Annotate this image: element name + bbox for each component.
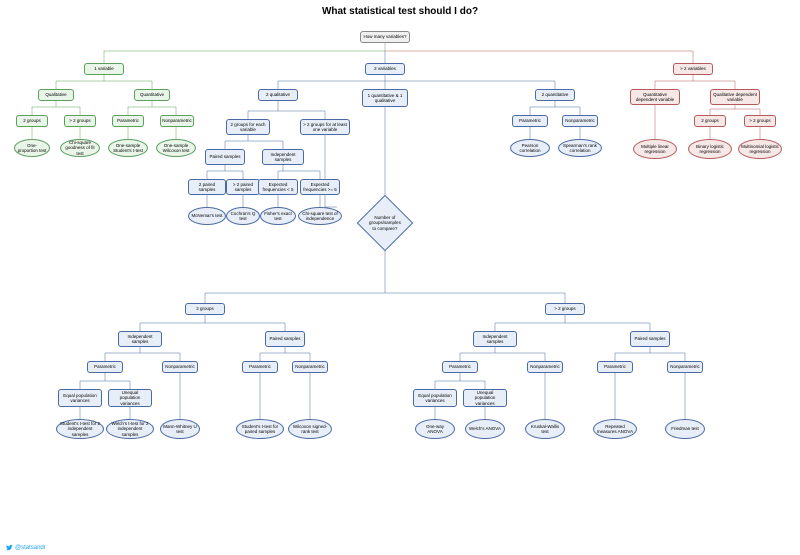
- test-kruskal: Kruskal-Wallis test: [525, 419, 565, 439]
- node-2ps: 2 paired samples: [188, 179, 226, 195]
- node-ggt2i-param: Parametric: [442, 361, 478, 373]
- node-2qual: 2 qualitative: [258, 89, 298, 101]
- node-g2-indep: Independent samples: [118, 331, 162, 347]
- node-ggt2i-eqvar: Equal population variances: [413, 389, 457, 407]
- node-2q-nonparam: Nonparametric: [562, 115, 598, 127]
- node-2groups: 2 groups: [185, 303, 225, 315]
- footer-handle: @statsandr: [15, 545, 46, 551]
- test-mcnemar: McNemar's test: [188, 207, 226, 225]
- test-cochran: Cochran's Q test: [226, 207, 260, 225]
- test-student2: Student's t-test for 2 independent sampl…: [56, 419, 104, 439]
- node-gt2g-atleast: > 2 groups for at least one variable: [300, 119, 350, 135]
- node-ggt2p-param: Parametric: [597, 361, 633, 373]
- node-g2p-nonparam: Nonparametric: [292, 361, 328, 373]
- node-root: How many variables?: [360, 31, 410, 43]
- node-gt2var: > 2 variables: [673, 63, 713, 75]
- test-pearson: Pearson correlation: [510, 139, 550, 157]
- node-ggt2i-nonparam: Nonparametric: [527, 361, 563, 373]
- node-ggt2i-uneqvar: Unequal population variances: [463, 389, 507, 407]
- node-paired: Paired samples: [205, 149, 245, 165]
- node-ggt2-paired: Paired samples: [630, 331, 670, 347]
- test-onesample-wil: One-sample Wilcoxon test: [156, 139, 196, 157]
- node-1var-2g: 2 groups: [16, 115, 48, 127]
- test-binlog: Binary logistic regression: [688, 139, 732, 159]
- page-title: What statistical test should I do?: [0, 0, 800, 23]
- node-gt2-qual: Qualitative dependent variable: [710, 89, 760, 105]
- flowchart-canvas: How many variables? 1 variable Qualitati…: [0, 23, 800, 543]
- node-g2-paired: Paired samples: [265, 331, 305, 347]
- node-g2p-param: Parametric: [242, 361, 278, 373]
- node-ef-ge5: Expected frequencies >= 5: [300, 179, 340, 195]
- node-1var-quant: Quantitative: [134, 89, 170, 101]
- node-ggt2p-nonparam: Nonparametric: [667, 361, 703, 373]
- node-1var-qual: Qualitative: [38, 89, 74, 101]
- test-chisq-gof: Chi-square goodness of fit test: [60, 139, 100, 157]
- node-2var: 2 variables: [365, 63, 405, 75]
- test-oneprop: One-proportion test: [14, 139, 50, 157]
- node-1var: 1 variable: [84, 63, 124, 75]
- node-g2i-uneqvar: Unequal population variances: [108, 389, 152, 407]
- node-1var-nonparam: Nonparametric: [160, 115, 194, 127]
- node-1q1q: 1 quantitative & 1 qualitative: [362, 89, 408, 107]
- node-gt2groups: > 2 groups: [545, 303, 585, 315]
- node-1var-gt2g: > 2 groups: [64, 115, 96, 127]
- test-onesample-t: One-sample Student's t-test: [108, 139, 148, 157]
- node-ef-lt5: Expected frequencies < 5: [258, 179, 298, 195]
- node-gt2-gt2g: > 2 groups: [744, 115, 776, 127]
- test-fisher: Fisher's exact test: [260, 207, 296, 225]
- node-2g-each: 2 groups for each variable: [226, 119, 270, 135]
- node-numgroups: Number of groups/samples to compare?: [357, 195, 414, 252]
- node-g2i-param: Parametric: [87, 361, 123, 373]
- node-gt2-2g: 2 groups: [694, 115, 726, 127]
- test-mannwhit: Mann-Whitney U test: [160, 419, 200, 439]
- node-g2i-nonparam: Nonparametric: [162, 361, 198, 373]
- test-welch2: Welch's t-test for 2 independent samples: [106, 419, 154, 439]
- test-friedman: Friedman test: [665, 419, 705, 439]
- twitter-icon: [6, 544, 13, 551]
- footer-attribution: @statsandr: [6, 544, 46, 551]
- node-2quant: 2 quantitative: [535, 89, 575, 101]
- test-mlr: Multiple linear regression: [633, 139, 677, 159]
- test-wilcoxon-sr: Wilcoxon signed-rank test: [288, 419, 332, 439]
- node-ggt2-indep: Independent samples: [473, 331, 517, 347]
- node-gt2ps: > 2 paired samples: [226, 179, 260, 195]
- test-rmanova: Repeated measures ANOVA: [593, 419, 637, 439]
- node-g2i-eqvar: Equal population variances: [58, 389, 102, 407]
- node-numgroups-label: Number of groups/samples to compare?: [368, 215, 402, 231]
- test-welch-anova: Welch's ANOVA: [465, 419, 505, 439]
- test-anova1: One-way ANOVA: [415, 419, 455, 439]
- node-indep: Independent samples: [262, 149, 304, 165]
- node-gt2-quant: Quantitative dependent variable: [630, 89, 680, 105]
- test-studentpaired: Student's t-test for paired samples: [236, 419, 284, 439]
- test-multilog: Multinomial logistic regression: [738, 139, 782, 159]
- test-chisq-ind: Chi-square test of independence: [298, 207, 342, 225]
- node-1var-param: Parametric: [112, 115, 144, 127]
- test-spearman: Spearman's rank correlation: [558, 139, 602, 157]
- node-2q-param: Parametric: [512, 115, 548, 127]
